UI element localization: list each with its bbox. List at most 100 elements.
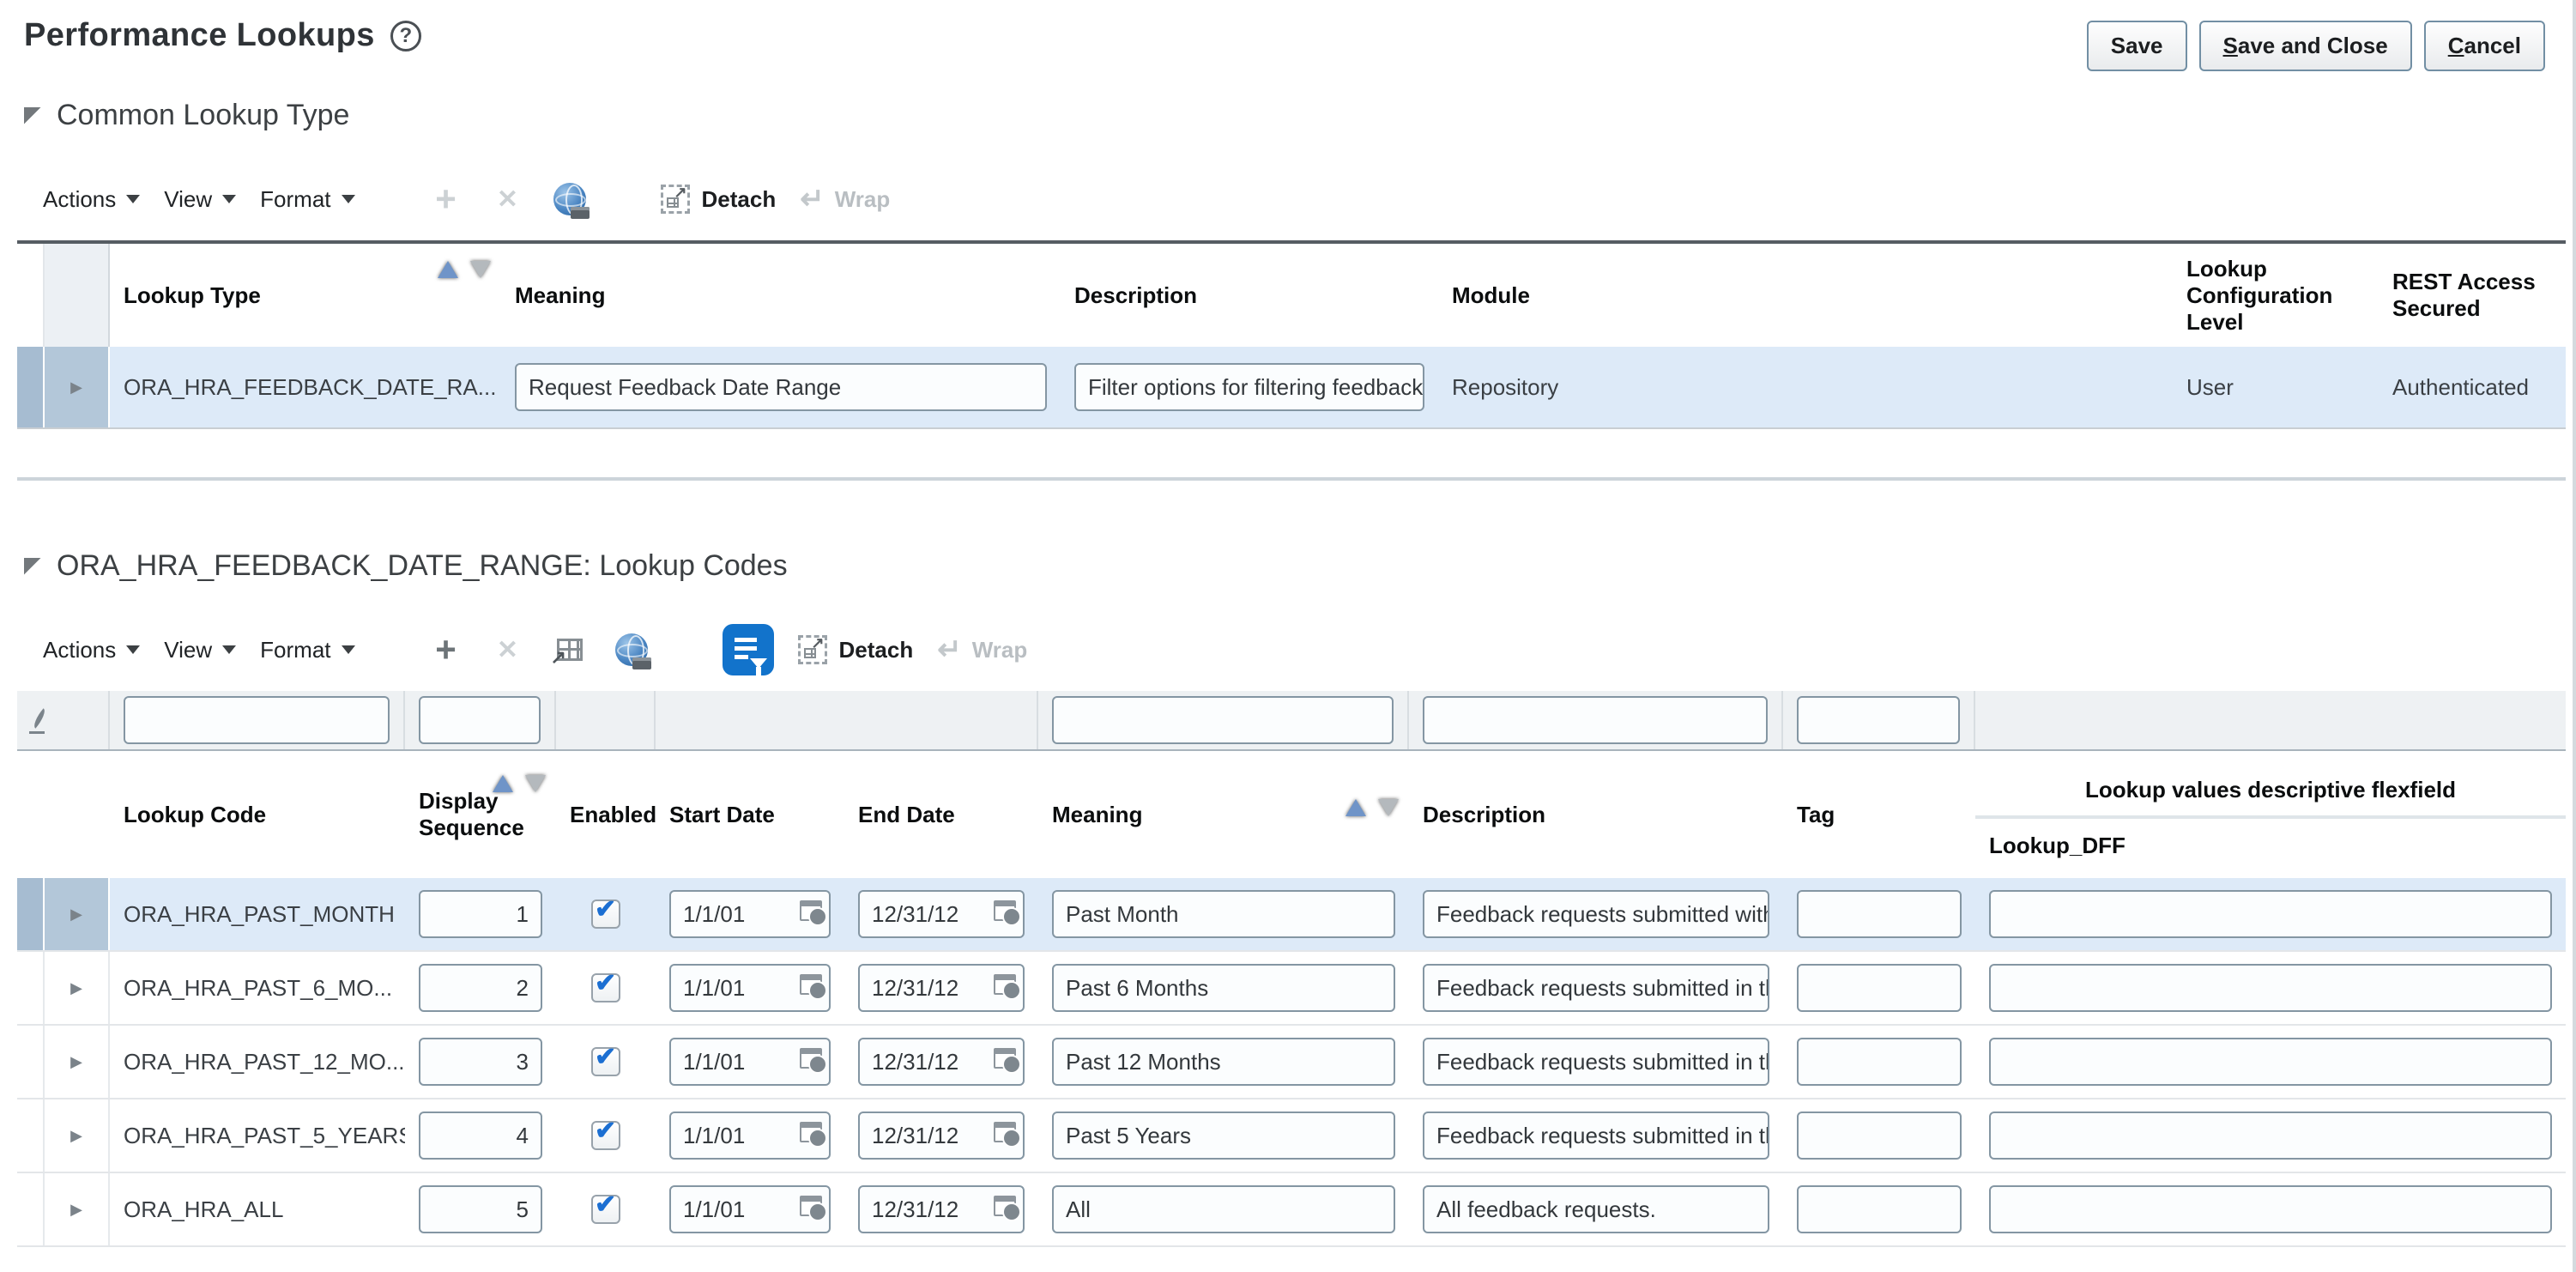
calendar-icon[interactable] [994,974,1016,995]
format-menu[interactable]: Format [260,637,354,663]
detach-button[interactable]: ↗ Detach [661,185,777,214]
meaning-input[interactable]: All [1052,1185,1395,1233]
common-lookup-row[interactable]: ▶ ORA_HRA_FEEDBACK_DATE_RA... Request Fe… [17,347,2566,429]
meaning-input[interactable]: Past 6 Months [1052,964,1395,1012]
lookup-code-row[interactable]: ▶ ORA_HRA_PAST_MONTH 1 1/1/01 12/31/12 P… [17,878,2566,952]
grid-arrow-icon[interactable]: ↗ [551,631,589,669]
col-header-rest-access-secured[interactable]: REST Access Secured [2379,244,2566,347]
tag-input[interactable] [1797,1111,1962,1160]
expand-row-icon[interactable]: ▶ [70,379,82,397]
start-date-input[interactable]: 1/1/01 [669,964,831,1012]
start-date-input[interactable]: 1/1/01 [669,890,831,938]
col-header-meaning[interactable]: Meaning [501,244,1061,347]
edit-filter-icon[interactable] [27,708,45,732]
start-date-input[interactable]: 1/1/01 [669,1038,831,1086]
col-header-meaning[interactable]: Meaning [1038,751,1409,878]
expand-row-icon[interactable]: ▶ [70,1053,82,1071]
sort-ascending-icon[interactable] [493,775,513,792]
translation-globe-icon[interactable] [551,180,589,218]
end-date-input[interactable]: 12/31/12 [858,1111,1025,1160]
save-button[interactable]: Save [2087,21,2187,71]
sort-descending-icon[interactable] [1378,799,1399,816]
enabled-checkbox[interactable] [591,1121,620,1150]
expand-row-icon[interactable]: ▶ [70,1127,82,1145]
filter-lookup-code-input[interactable] [124,696,390,744]
format-menu[interactable]: Format [260,186,354,213]
end-date-input[interactable]: 12/31/12 [858,890,1025,938]
calendar-icon[interactable] [800,974,822,995]
row-expand-cell[interactable]: ▶ [45,347,110,427]
translation-globe-icon[interactable] [613,631,650,669]
lookup-dff-input[interactable] [1989,1038,2552,1086]
sort-ascending-icon[interactable] [438,261,458,278]
start-date-input[interactable]: 1/1/01 [669,1111,831,1160]
lookup-code-row[interactable]: ▶ ORA_HRA_PAST_12_MO... 3 1/1/01 12/31/1… [17,1026,2566,1099]
description-input[interactable]: Feedback requests submitted in th [1423,964,1769,1012]
display-sequence-input[interactable]: 1 [419,890,542,938]
description-input[interactable]: All feedback requests. [1423,1185,1769,1233]
calendar-icon[interactable] [994,1196,1016,1216]
row-expand-cell[interactable]: ▶ [45,1099,110,1172]
display-sequence-input[interactable]: 4 [419,1111,542,1160]
end-date-input[interactable]: 12/31/12 [858,1038,1025,1086]
view-menu[interactable]: View [164,186,236,213]
filter-tag-input[interactable] [1797,696,1960,744]
col-header-description[interactable]: Description [1061,244,1438,347]
add-row-icon[interactable]: + [427,631,465,669]
col-header-module[interactable]: Module [1438,244,2173,347]
expand-row-icon[interactable]: ▶ [70,979,82,997]
calendar-icon[interactable] [994,900,1016,921]
lookup-dff-input[interactable] [1989,890,2552,938]
tag-input[interactable] [1797,964,1962,1012]
filter-display-sequence-input[interactable] [419,696,541,744]
meaning-input[interactable]: Past 5 Years [1052,1111,1395,1160]
calendar-icon[interactable] [800,1196,822,1216]
expand-row-icon[interactable]: ▶ [70,1201,82,1219]
row-expand-cell[interactable]: ▶ [45,878,110,950]
lookup-dff-input[interactable] [1989,1111,2552,1160]
sort-ascending-icon[interactable] [1345,799,1366,816]
end-date-input[interactable]: 12/31/12 [858,964,1025,1012]
actions-menu[interactable]: Actions [43,637,140,663]
calendar-icon[interactable] [800,900,822,921]
query-by-example-filter-icon[interactable] [723,624,774,675]
help-icon[interactable]: ? [390,21,421,51]
col-header-description[interactable]: Description [1409,751,1783,878]
col-header-lookup-dff[interactable]: Lookup values descriptive flexfield Look… [1975,751,2566,878]
lookup-code-row[interactable]: ▶ ORA_HRA_PAST_5_YEARS 4 1/1/01 12/31/12… [17,1099,2566,1173]
start-date-input[interactable]: 1/1/01 [669,1185,831,1233]
tag-input[interactable] [1797,890,1962,938]
tag-input[interactable] [1797,1185,1962,1233]
enabled-checkbox[interactable] [591,1195,620,1224]
description-input[interactable]: Feedback requests submitted in th [1423,1038,1769,1086]
row-expand-cell[interactable]: ▶ [45,1173,110,1245]
calendar-icon[interactable] [800,1048,822,1069]
lookup-code-row[interactable]: ▶ ORA_HRA_PAST_6_MO... 2 1/1/01 12/31/12… [17,952,2566,1026]
calendar-icon[interactable] [994,1048,1016,1069]
col-header-lookup-type[interactable]: Lookup Type [110,244,501,347]
detach-button[interactable]: ↗ Detach [798,635,914,664]
expand-row-icon[interactable]: ▶ [70,906,82,924]
col-header-lookup-configuration-level[interactable]: Lookup Configuration Level [2173,244,2379,347]
display-sequence-input[interactable]: 3 [419,1038,542,1086]
collapse-triangle-icon[interactable] [24,558,41,575]
row-expand-cell[interactable]: ▶ [45,952,110,1024]
collapse-triangle-icon[interactable] [24,107,41,124]
sort-descending-icon[interactable] [470,261,491,278]
enabled-checkbox[interactable] [591,973,620,1002]
calendar-icon[interactable] [994,1122,1016,1142]
save-and-close-button[interactable]: Save and Close [2199,21,2412,71]
tag-input[interactable] [1797,1038,1962,1086]
col-header-start-date[interactable]: Start Date [656,751,844,878]
col-header-tag[interactable]: Tag [1783,751,1975,878]
filter-meaning-input[interactable] [1052,696,1394,744]
col-header-end-date[interactable]: End Date [844,751,1038,878]
meaning-input[interactable]: Past 12 Months [1052,1038,1395,1086]
row-expand-cell[interactable]: ▶ [45,1026,110,1098]
view-menu[interactable]: View [164,637,236,663]
sort-descending-icon[interactable] [525,775,546,792]
common-lookup-type-section-header[interactable]: Common Lookup Type [24,99,2573,132]
lookup-dff-input[interactable] [1989,964,2552,1012]
actions-menu[interactable]: Actions [43,186,140,213]
enabled-checkbox[interactable] [591,1047,620,1076]
